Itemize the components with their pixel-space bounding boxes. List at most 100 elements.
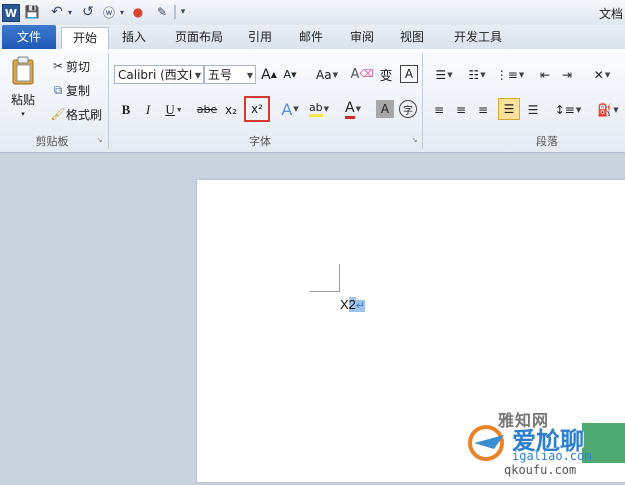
undo-dropdown-icon[interactable]: ▾ bbox=[66, 4, 74, 20]
change-case-button[interactable]: Aa ▼ bbox=[314, 65, 340, 84]
align-center-icon: ≡ bbox=[455, 102, 467, 117]
tab-review[interactable]: 审阅 bbox=[344, 27, 380, 48]
font-color-icon: A bbox=[345, 100, 355, 119]
grow-font-icon: A bbox=[261, 66, 271, 83]
line-spacing-button[interactable]: ↕≡ ▼ bbox=[554, 100, 582, 119]
decrease-indent-button[interactable]: ⇤ bbox=[536, 65, 554, 84]
chinese-layout-button[interactable]: ✕ ▼ bbox=[588, 65, 616, 84]
align-center-button[interactable]: ≡ bbox=[452, 100, 470, 119]
increase-indent-icon: ⇥ bbox=[561, 67, 573, 82]
quick-access-toolbar: W 💾 ↶ ▾ ↺ ⓦ ▾ ● ✎ ▾ 文档 bbox=[0, 0, 625, 26]
numbering-icon: ☷ bbox=[468, 67, 480, 82]
numbering-button[interactable]: ☷ ▼ bbox=[463, 65, 491, 84]
paste-dropdown-icon[interactable]: ▾ bbox=[18, 109, 28, 119]
tab-page-layout[interactable]: 页面布局 bbox=[168, 27, 230, 48]
format-painter-button[interactable]: 格式刷 bbox=[66, 106, 106, 122]
document-title: 文档 bbox=[598, 7, 623, 21]
color-wheel-icon[interactable]: ● bbox=[130, 4, 146, 20]
font-name-value: Calibri (西文I bbox=[118, 68, 193, 82]
justify-icon: ☰ bbox=[503, 102, 515, 116]
group-separator bbox=[108, 53, 109, 149]
grow-font-button[interactable]: A ▲ bbox=[260, 65, 278, 84]
font-size-value: 五号 bbox=[208, 68, 233, 82]
copy-icon[interactable]: ⧉ bbox=[50, 82, 66, 98]
highlight-icon: ab bbox=[308, 101, 323, 117]
font-size-combo[interactable]: 五号 ▼ bbox=[204, 65, 256, 84]
font-group-label: 字体 bbox=[249, 135, 271, 148]
chinese-layout-icon: ✕ bbox=[593, 67, 604, 82]
copy-button[interactable]: 复制 bbox=[66, 82, 92, 98]
tab-insert[interactable]: 插入 bbox=[114, 27, 154, 48]
clear-format-button[interactable]: A ⌫ bbox=[350, 63, 373, 85]
clear-format-icon: A bbox=[350, 66, 360, 82]
shading-button[interactable]: ⛽ ▼ bbox=[594, 100, 622, 119]
character-border-button[interactable]: A bbox=[400, 65, 418, 83]
font-name-dropdown-icon[interactable]: ▼ bbox=[195, 66, 201, 85]
watermark-logo: 雅知网 爱尬聊 igaliao.com qkoufu.com bbox=[464, 405, 625, 482]
format-painter-icon[interactable]: 🖌 bbox=[50, 106, 66, 122]
tab-file[interactable]: 文件 bbox=[2, 25, 56, 49]
cut-button[interactable]: 剪切 bbox=[66, 58, 92, 74]
multilevel-list-button[interactable]: ⋮≡ ▼ bbox=[496, 65, 524, 84]
tab-mailings[interactable]: 邮件 bbox=[292, 27, 330, 48]
tab-view[interactable]: 视图 bbox=[394, 27, 430, 48]
justify-button[interactable]: ☰ bbox=[498, 98, 520, 120]
draw-icon[interactable]: ✎ bbox=[154, 4, 170, 20]
save-icon[interactable]: 💾 bbox=[24, 4, 40, 20]
subscript-button[interactable]: x₂ bbox=[222, 100, 240, 119]
undo-icon[interactable]: ↶ bbox=[48, 4, 66, 20]
paragraph-mark: ↵ bbox=[355, 300, 366, 312]
align-left-button[interactable]: ≡ bbox=[430, 100, 448, 119]
phonetic-guide-button[interactable]: 变 bbox=[376, 63, 396, 85]
tab-developer[interactable]: 开发工具 bbox=[446, 27, 510, 48]
align-left-icon: ≡ bbox=[433, 102, 445, 117]
paste-button-label[interactable]: 粘贴 bbox=[6, 91, 40, 107]
distributed-button[interactable]: ☰ bbox=[524, 100, 542, 119]
tab-references[interactable]: 引用 bbox=[242, 27, 278, 48]
align-right-icon: ≡ bbox=[477, 102, 489, 117]
ribbon-home: 粘贴 ▾ ✂ 剪切 ⧉ 复制 🖌 格式刷 剪贴板 ↘ Calibri (西文I … bbox=[0, 49, 625, 153]
toolbar-separator bbox=[174, 5, 176, 19]
enclose-characters-button[interactable]: 字 bbox=[399, 100, 417, 118]
change-case-icon: Aa bbox=[316, 67, 332, 82]
bullets-button[interactable]: ☰ ▼ bbox=[430, 65, 458, 84]
decrease-indent-icon: ⇤ bbox=[539, 67, 551, 82]
font-launcher-icon[interactable]: ↘ bbox=[410, 135, 419, 144]
format-dropdown-icon[interactable]: ▾ bbox=[118, 4, 126, 20]
watermark-url-secondary: qkoufu.com bbox=[504, 463, 577, 477]
increase-indent-button[interactable]: ⇥ bbox=[558, 65, 576, 84]
shrink-font-button[interactable]: A ▼ bbox=[281, 65, 299, 84]
italic-button[interactable]: I bbox=[140, 100, 156, 119]
text-effects-button[interactable]: A ▼ bbox=[278, 98, 302, 120]
highlight-color-button[interactable]: ab ▼ bbox=[306, 98, 332, 120]
text-effects-icon: A bbox=[281, 99, 293, 119]
character-shading-button[interactable]: A bbox=[376, 100, 394, 118]
document-body-text[interactable]: X2↵ bbox=[340, 297, 366, 312]
watermark-url: igaliao.com bbox=[512, 449, 592, 463]
word-logo-icon: W bbox=[2, 4, 20, 22]
bold-button[interactable]: B bbox=[118, 100, 134, 119]
font-color-button[interactable]: A ▼ bbox=[340, 98, 366, 120]
customize-toolbar-icon[interactable]: ▾ bbox=[178, 4, 188, 20]
line-spacing-icon: ↕≡ bbox=[554, 102, 575, 117]
tab-home[interactable]: 开始 bbox=[61, 27, 109, 50]
paragraph-group-label: 段落 bbox=[536, 135, 558, 148]
align-right-button[interactable]: ≡ bbox=[474, 100, 492, 119]
superscript-highlight-box bbox=[244, 96, 270, 122]
bullets-icon: ☰ bbox=[435, 67, 447, 82]
strikethrough-button[interactable]: abe bbox=[196, 100, 218, 119]
underline-button[interactable]: U ▼ bbox=[162, 100, 186, 119]
ribbon-tabs: 文件 开始 插入 页面布局 引用 邮件 审阅 视图 开发工具 bbox=[0, 25, 625, 50]
font-name-combo[interactable]: Calibri (西文I ▼ bbox=[114, 65, 204, 84]
redo-icon[interactable]: ↺ bbox=[80, 4, 96, 20]
margin-corner-mark bbox=[310, 291, 339, 292]
format-icon[interactable]: ⓦ bbox=[100, 4, 118, 20]
document-canvas[interactable]: X2↵ X2 雅知网 爱尬聊 igaliao.com qkoufu.com bbox=[0, 153, 625, 482]
scissors-icon[interactable]: ✂ bbox=[50, 58, 66, 74]
font-size-dropdown-icon[interactable]: ▼ bbox=[247, 66, 253, 85]
paste-icon[interactable] bbox=[8, 55, 38, 87]
group-separator bbox=[422, 53, 423, 149]
multilevel-list-icon: ⋮≡ bbox=[495, 67, 518, 82]
margin-corner-mark bbox=[339, 264, 340, 292]
clipboard-launcher-icon[interactable]: ↘ bbox=[95, 135, 104, 144]
